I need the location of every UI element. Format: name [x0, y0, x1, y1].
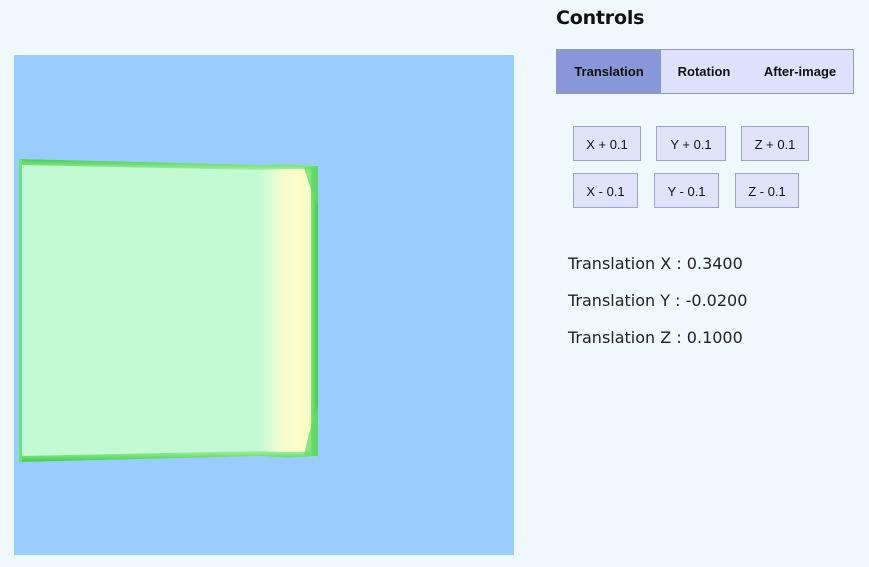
controls-title: Controls — [556, 7, 645, 29]
3d-viewport[interactable] — [14, 55, 514, 555]
tab-translation[interactable]: Translation — [557, 50, 661, 93]
z-minus-button[interactable]: Z - 0.1 — [735, 173, 799, 208]
y-plus-button[interactable]: Y + 0.1 — [656, 126, 726, 161]
translation-x-value: 0.3400 — [686, 254, 743, 273]
translation-y-value: -0.0200 — [685, 291, 748, 310]
translation-x-readout: Translation X : 0.3400 — [568, 254, 743, 273]
z-plus-button[interactable]: Z + 0.1 — [741, 126, 809, 161]
translation-y-label: Translation Y : — [568, 291, 686, 310]
tab-rotation[interactable]: Rotation — [661, 50, 747, 93]
x-minus-button[interactable]: X - 0.1 — [573, 173, 638, 208]
object-left-edge — [19, 159, 22, 462]
translation-z-label: Translation Z : — [568, 328, 687, 347]
y-minus-button[interactable]: Y - 0.1 — [654, 173, 719, 208]
tab-after-image[interactable]: After-image — [747, 50, 853, 93]
translation-x-label: Translation X : — [568, 254, 687, 273]
x-plus-button[interactable]: X + 0.1 — [573, 126, 641, 161]
translation-z-value: 0.1000 — [686, 328, 743, 347]
object-face — [19, 159, 318, 462]
tab-bar: Translation Rotation After-image — [556, 49, 854, 94]
3d-scene — [19, 159, 318, 462]
translation-y-readout: Translation Y : -0.0200 — [568, 291, 747, 310]
translation-z-readout: Translation Z : 0.1000 — [568, 328, 743, 347]
